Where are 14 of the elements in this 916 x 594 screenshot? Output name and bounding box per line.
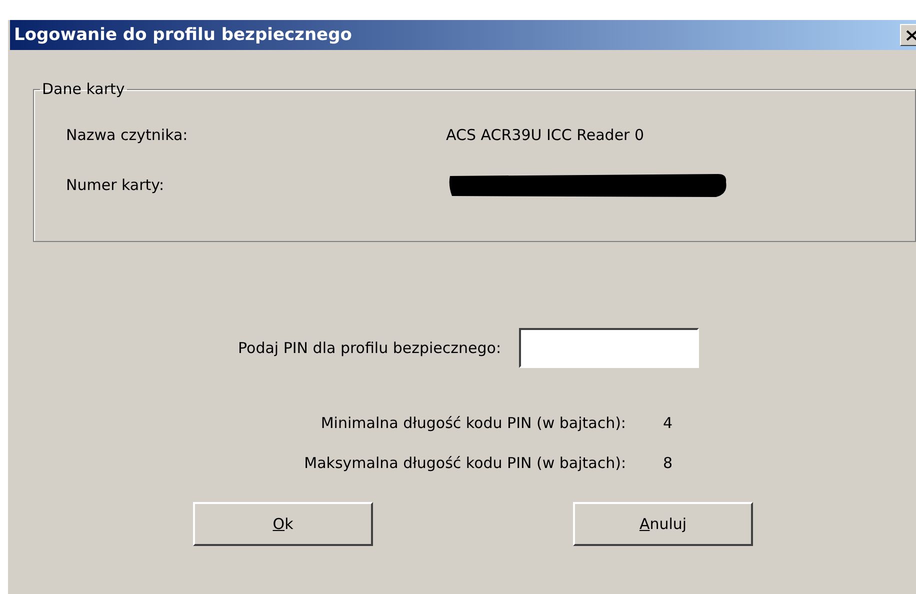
limit-label: Minimalna długość kodu PIN (w bajtach): [320, 414, 626, 432]
dialog-button[interactable]: Anuluj [573, 502, 753, 546]
field-label: Numer karty: [66, 176, 166, 194]
pin-field[interactable] [519, 328, 700, 368]
pin-label: Podaj PIN dla profilu bezpiecznego: [238, 339, 502, 357]
window-title: Logowanie do profilu bezpiecznego [13, 25, 352, 45]
field-label: Nazwa czytnika: [66, 126, 189, 144]
dialog-button[interactable]: Ok [193, 502, 373, 546]
close-icon [906, 30, 916, 40]
limit-value: 4 [663, 414, 673, 432]
field-value: ACS ACR39U ICC Reader 0 [446, 126, 644, 144]
limit-value: 8 [663, 454, 673, 472]
group-title: Dane karty [41, 80, 126, 98]
limit-label: Maksymalna długość kodu PIN (w bajtach): [303, 454, 626, 472]
